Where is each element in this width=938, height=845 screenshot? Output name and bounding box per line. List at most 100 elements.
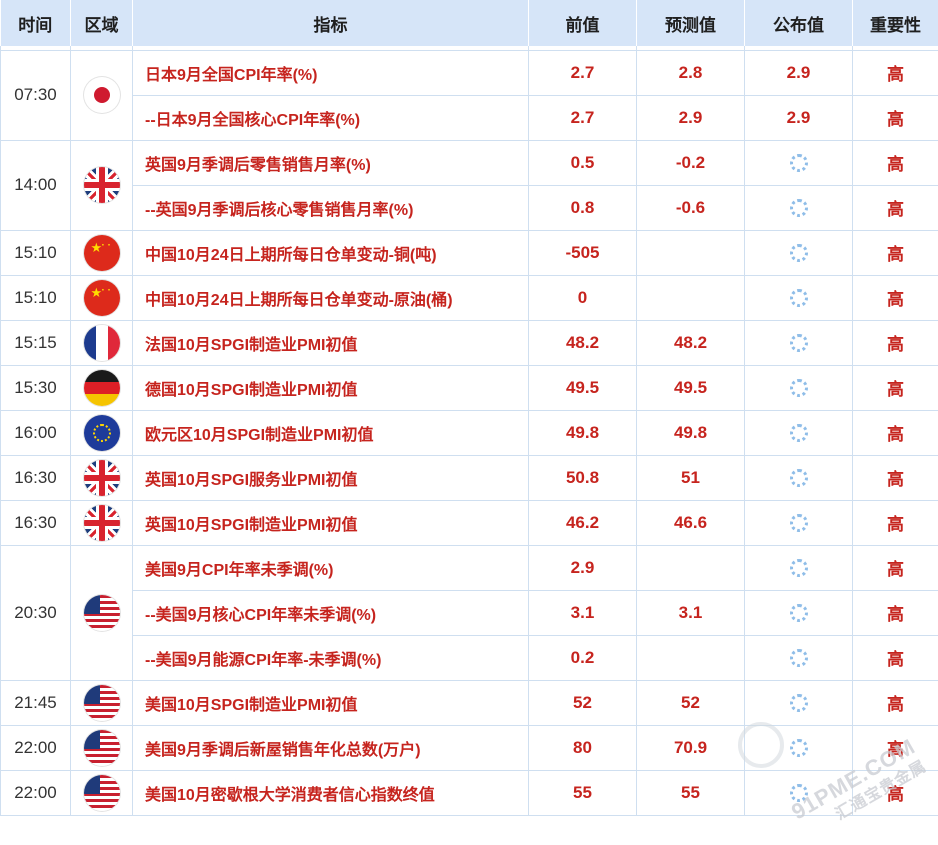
table-row[interactable]: 20:30美国9月CPI年率未季调(%)2.9高 bbox=[1, 545, 938, 590]
importance-level: 高 bbox=[853, 230, 938, 275]
loading-spinner-icon bbox=[790, 649, 808, 667]
forecast-value bbox=[637, 635, 745, 680]
table-row[interactable]: 16:00欧元区10月SPGI制造业PMI初值49.849.8高 bbox=[1, 410, 938, 455]
indicator-link[interactable]: --美国9月核心CPI年率未季调(%) bbox=[133, 590, 529, 635]
table-row[interactable]: 15:15法国10月SPGI制造业PMI初值48.248.2高 bbox=[1, 320, 938, 365]
indicator-link[interactable]: 日本9月全国CPI年率(%) bbox=[133, 50, 529, 95]
importance-level: 高 bbox=[853, 455, 938, 500]
region-cell bbox=[71, 455, 133, 500]
header-time[interactable]: 时间 bbox=[1, 0, 71, 46]
previous-value: 0.8 bbox=[529, 185, 637, 230]
previous-value: 2.9 bbox=[529, 545, 637, 590]
indicator-link[interactable]: --日本9月全国核心CPI年率(%) bbox=[133, 95, 529, 140]
actual-value bbox=[745, 545, 853, 590]
previous-value: 49.8 bbox=[529, 410, 637, 455]
indicator-link[interactable]: --美国9月能源CPI年率-未季调(%) bbox=[133, 635, 529, 680]
table-row[interactable]: 21:45美国10月SPGI制造业PMI初值5252高 bbox=[1, 680, 938, 725]
table-row[interactable]: --美国9月能源CPI年率-未季调(%)0.2 高 bbox=[1, 635, 938, 680]
indicator-link[interactable]: 美国9月CPI年率未季调(%) bbox=[133, 545, 529, 590]
previous-value: 2.7 bbox=[529, 50, 637, 95]
region-cell bbox=[71, 725, 133, 770]
region-cell bbox=[71, 230, 133, 275]
forecast-value: -0.6 bbox=[637, 185, 745, 230]
header-importance[interactable]: 重要性 bbox=[853, 0, 938, 46]
previous-value: 0.2 bbox=[529, 635, 637, 680]
table-row[interactable]: 15:30德国10月SPGI制造业PMI初值49.549.5高 bbox=[1, 365, 938, 410]
germany-flag-icon bbox=[84, 370, 120, 406]
forecast-value bbox=[637, 275, 745, 320]
loading-spinner-icon bbox=[790, 559, 808, 577]
region-cell bbox=[71, 770, 133, 815]
actual-value bbox=[745, 410, 853, 455]
indicator-link[interactable]: 法国10月SPGI制造业PMI初值 bbox=[133, 320, 529, 365]
table-row[interactable]: --英国9月季调后核心零售销售月率(%)0.8-0.6 高 bbox=[1, 185, 938, 230]
indicator-link[interactable]: 美国10月密歇根大学消费者信心指数终值 bbox=[133, 770, 529, 815]
usa-flag-icon bbox=[84, 775, 120, 811]
loading-spinner-icon bbox=[790, 469, 808, 487]
previous-value: 46.2 bbox=[529, 500, 637, 545]
table-row[interactable]: 22:00美国9月季调后新屋销售年化总数(万户)8070.9高 bbox=[1, 725, 938, 770]
event-time: 16:00 bbox=[1, 410, 71, 455]
loading-spinner-icon bbox=[790, 199, 808, 217]
importance-level: 高 bbox=[853, 95, 938, 140]
loading-spinner-icon bbox=[790, 604, 808, 622]
loading-spinner-icon bbox=[790, 424, 808, 442]
table-row[interactable]: 15:10中国10月24日上期所每日仓单变动-原油(桶)0高 bbox=[1, 275, 938, 320]
previous-value: 48.2 bbox=[529, 320, 637, 365]
forecast-value: 46.6 bbox=[637, 500, 745, 545]
loading-spinner-icon bbox=[790, 334, 808, 352]
usa-flag-icon bbox=[84, 685, 120, 721]
importance-level: 高 bbox=[853, 185, 938, 230]
table-row[interactable]: 15:10中国10月24日上期所每日仓单变动-铜(吨)-505高 bbox=[1, 230, 938, 275]
previous-value: 80 bbox=[529, 725, 637, 770]
indicator-link[interactable]: 英国10月SPGI制造业PMI初值 bbox=[133, 500, 529, 545]
economic-calendar-table: 时间 区域 指标 前值 预测值 公布值 重要性 07:30日本9月全国CPI年率… bbox=[0, 0, 938, 816]
previous-value: 52 bbox=[529, 680, 637, 725]
loading-spinner-icon bbox=[790, 289, 808, 307]
header-forecast[interactable]: 预测值 bbox=[637, 0, 745, 46]
table-row[interactable]: 07:30日本9月全国CPI年率(%)2.72.82.9高 bbox=[1, 50, 938, 95]
loading-spinner-icon bbox=[790, 379, 808, 397]
header-region[interactable]: 区域 bbox=[71, 0, 133, 46]
indicator-link[interactable]: 英国9月季调后零售销售月率(%) bbox=[133, 140, 529, 185]
previous-value: 49.5 bbox=[529, 365, 637, 410]
usa-flag-icon bbox=[84, 595, 120, 631]
importance-level: 高 bbox=[853, 545, 938, 590]
table-row[interactable]: --美国9月核心CPI年率未季调(%)3.13.1高 bbox=[1, 590, 938, 635]
indicator-link[interactable]: 中国10月24日上期所每日仓单变动-原油(桶) bbox=[133, 275, 529, 320]
event-time: 16:30 bbox=[1, 455, 71, 500]
table-row[interactable]: 16:30英国10月SPGI制造业PMI初值46.246.6高 bbox=[1, 500, 938, 545]
region-cell bbox=[71, 365, 133, 410]
event-time: 15:30 bbox=[1, 365, 71, 410]
importance-level: 高 bbox=[853, 320, 938, 365]
table-row[interactable]: 22:00美国10月密歇根大学消费者信心指数终值5555高 bbox=[1, 770, 938, 815]
importance-level: 高 bbox=[853, 725, 938, 770]
indicator-link[interactable]: 英国10月SPGI服务业PMI初值 bbox=[133, 455, 529, 500]
indicator-link[interactable]: 中国10月24日上期所每日仓单变动-铜(吨) bbox=[133, 230, 529, 275]
loading-spinner-icon bbox=[790, 514, 808, 532]
header-actual[interactable]: 公布值 bbox=[745, 0, 853, 46]
indicator-link[interactable]: 欧元区10月SPGI制造业PMI初值 bbox=[133, 410, 529, 455]
header-previous[interactable]: 前值 bbox=[529, 0, 637, 46]
header-indicator[interactable]: 指标 bbox=[133, 0, 529, 46]
region-cell bbox=[71, 680, 133, 725]
previous-value: 2.7 bbox=[529, 95, 637, 140]
table-row[interactable]: --日本9月全国核心CPI年率(%)2.72.92.9高 bbox=[1, 95, 938, 140]
table-row[interactable]: 16:30英国10月SPGI服务业PMI初值50.851高 bbox=[1, 455, 938, 500]
previous-value: 0.5 bbox=[529, 140, 637, 185]
indicator-link[interactable]: 美国10月SPGI制造业PMI初值 bbox=[133, 680, 529, 725]
indicator-link[interactable]: 美国9月季调后新屋销售年化总数(万户) bbox=[133, 725, 529, 770]
actual-value bbox=[745, 455, 853, 500]
forecast-value: 49.8 bbox=[637, 410, 745, 455]
importance-level: 高 bbox=[853, 635, 938, 680]
actual-value bbox=[745, 500, 853, 545]
importance-level: 高 bbox=[853, 50, 938, 95]
actual-value bbox=[745, 140, 853, 185]
loading-spinner-icon bbox=[790, 154, 808, 172]
forecast-value: -0.2 bbox=[637, 140, 745, 185]
actual-value: 2.9 bbox=[745, 95, 853, 140]
indicator-link[interactable]: 德国10月SPGI制造业PMI初值 bbox=[133, 365, 529, 410]
loading-spinner-icon bbox=[790, 244, 808, 262]
indicator-link[interactable]: --英国9月季调后核心零售销售月率(%) bbox=[133, 185, 529, 230]
table-row[interactable]: 14:00英国9月季调后零售销售月率(%)0.5-0.2高 bbox=[1, 140, 938, 185]
